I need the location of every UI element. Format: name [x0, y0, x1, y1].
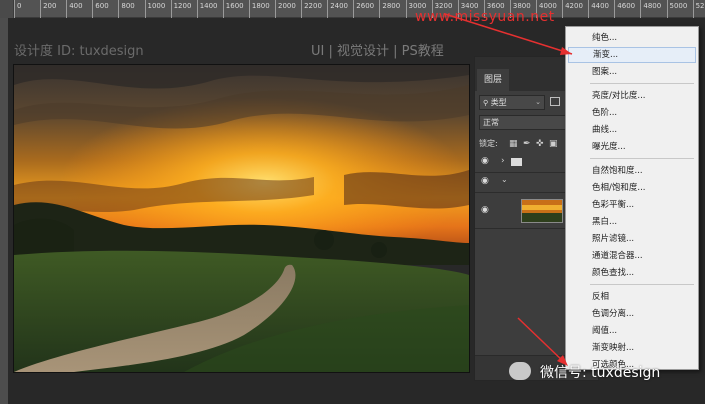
menu-item[interactable]: 颜色查找... [568, 265, 696, 281]
folder-icon [511, 158, 522, 166]
ruler-tick-label: 5000 [666, 0, 687, 18]
tab-layers[interactable]: 图层 [477, 69, 509, 91]
wechat-watermark: 微信号: tuxdesign [540, 365, 661, 381]
menu-item[interactable]: 黑白... [568, 214, 696, 230]
ruler-tick-label: 600 [92, 0, 109, 18]
ruler-tick-label: 0 [14, 0, 21, 18]
ruler-tick-label: 1600 [222, 0, 244, 18]
ruler-tick-label: 2000 [275, 0, 296, 18]
menu-item[interactable]: 阈值... [568, 323, 696, 339]
wechat-icon [509, 362, 531, 380]
document-author-label: 设计度 ID: tuxdesign [14, 44, 144, 59]
menu-item[interactable]: 纯色... [568, 30, 696, 46]
ruler-tick-label: 2400 [327, 0, 348, 18]
menu-item[interactable]: 曲线... [568, 122, 696, 138]
ruler-tick-label: 1200 [170, 0, 191, 18]
ruler-tick-label: 4800 [640, 0, 661, 18]
menu-item[interactable]: 色相/饱和度... [568, 180, 696, 196]
menu-item[interactable]: 色彩平衡... [568, 197, 696, 213]
menu-item[interactable]: 图案... [568, 64, 696, 80]
ruler-tick-label: 4600 [614, 0, 635, 18]
ruler-tick-label: 4200 [562, 0, 583, 18]
lock-label: 锁定: [479, 139, 498, 148]
menu-item[interactable]: 渐变... [568, 47, 696, 63]
menu-item[interactable]: 反相 [568, 289, 696, 305]
layer-thumbnail [521, 199, 563, 223]
visibility-eye-icon[interactable]: ◉ [481, 176, 489, 186]
ruler-tick-label: 5200 [692, 0, 705, 18]
visibility-eye-icon[interactable]: ◉ [481, 156, 489, 166]
ruler-tick-label: 1000 [144, 0, 165, 18]
document-canvas[interactable] [13, 64, 470, 373]
ruler-tick-label: 1400 [196, 0, 218, 18]
ruler-tick-label: 2200 [301, 0, 322, 18]
document-category-label: UI | 视觉设计 | PS教程 [311, 44, 444, 59]
lock-move-icon[interactable]: ✜ [536, 137, 544, 151]
lock-transparent-icon[interactable]: ▦ [509, 137, 518, 151]
menu-item[interactable]: 曝光度... [568, 139, 696, 155]
blend-mode-value: 正常 [483, 118, 499, 127]
ruler-tick-label: 1800 [248, 0, 270, 18]
menu-item[interactable]: 色阶... [568, 105, 696, 121]
horizontal-ruler: 0 200 400 600 800 1000 1200 1400 1600 1800 2000 220… [0, 0, 705, 18]
menu-item[interactable]: 色调分离... [568, 306, 696, 322]
ruler-tick-label: 800 [118, 0, 135, 18]
menu-separator [590, 83, 694, 84]
expand-arrow-icon[interactable]: › [501, 156, 505, 166]
search-icon: ⚲ [483, 99, 489, 107]
lock-paint-icon[interactable]: ✒ [523, 137, 531, 151]
ruler-tick-label: 2600 [353, 0, 374, 18]
visibility-eye-icon[interactable]: ◉ [481, 205, 489, 215]
chevron-down-icon: ⌄ [535, 98, 541, 106]
ruler-tick-label: 200 [40, 0, 56, 18]
menu-item[interactable]: 渐变映射... [568, 340, 696, 356]
blend-mode-select[interactable]: 正常 [479, 115, 567, 130]
ruler-tick-label: 2800 [379, 0, 400, 18]
layer-filter-select[interactable]: ⚲ 类型 ⌄ [479, 95, 545, 110]
watermark-url: www.missyuan.net [415, 9, 555, 25]
menu-item[interactable]: 照片滤镜... [568, 231, 696, 247]
lock-all-icon[interactable]: ▣ [549, 137, 558, 151]
sunset-landscape-photo [14, 65, 469, 372]
menu-item[interactable]: 通道混合器... [568, 248, 696, 264]
ruler-origin[interactable] [0, 0, 14, 18]
vertical-ruler [0, 18, 8, 404]
layer-filter-label: 类型 [490, 98, 507, 107]
menu-separator [590, 158, 694, 159]
menu-separator [590, 284, 694, 285]
expand-arrow-icon[interactable]: ⌄ [501, 175, 508, 184]
adjustment-layer-menu: 纯色... 渐变... 图案... 亮度/对比度... 色阶... 曲线... 曝光度...… [565, 26, 699, 370]
image-filter-icon[interactable] [550, 97, 560, 106]
menu-item[interactable]: 亮度/对比度... [568, 88, 696, 104]
ruler-tick-label: 4400 [588, 0, 609, 18]
ruler-tick-label: 400 [66, 0, 83, 18]
menu-item[interactable]: 自然饱和度... [568, 163, 696, 179]
